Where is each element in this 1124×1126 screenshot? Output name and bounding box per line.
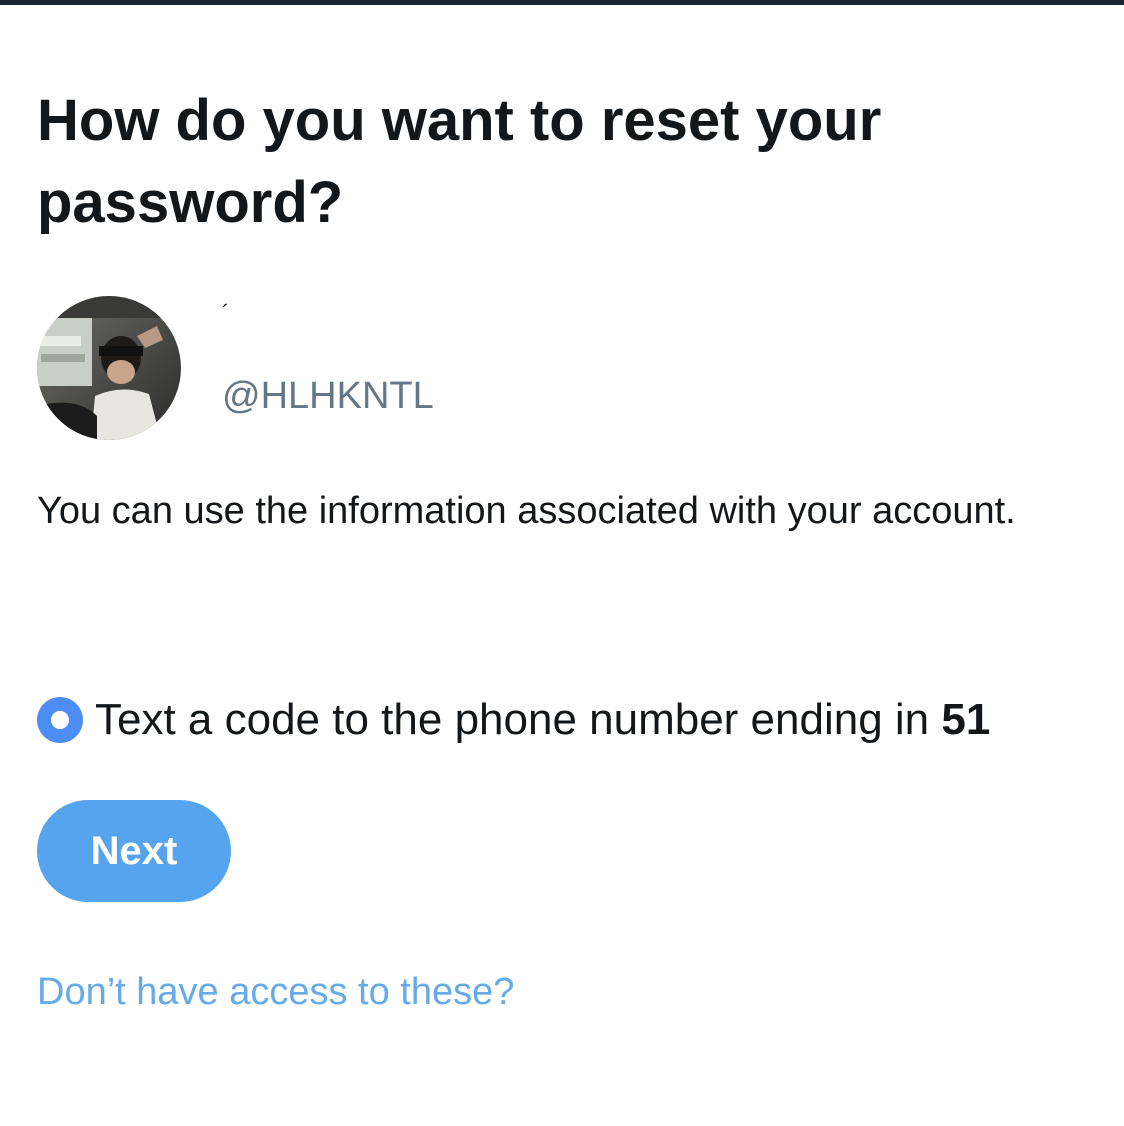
avatar xyxy=(37,296,181,440)
reset-option-label: Text a code to the phone number ending i… xyxy=(95,692,990,748)
reset-option-sms[interactable]: Text a code to the phone number ending i… xyxy=(37,690,1117,750)
radio-selected-icon[interactable] xyxy=(37,697,83,743)
phone-ending-digits: 51 xyxy=(941,695,991,744)
reset-password-page: How do you want to reset your password? … xyxy=(0,0,1124,1126)
info-text: You can use the information associated w… xyxy=(37,490,1016,532)
no-access-link[interactable]: Don’t have access to these? xyxy=(37,968,514,1016)
reset-option-label-text: Text a code to the phone number ending i… xyxy=(95,695,942,744)
next-button[interactable]: Next xyxy=(37,800,231,902)
radio-dot xyxy=(51,711,69,729)
page-title: How do you want to reset your password? xyxy=(37,88,882,235)
user-avatar-photo-icon xyxy=(37,296,181,440)
account-display-name: ´ xyxy=(222,300,230,325)
account-handle: @HLHKNTL xyxy=(222,375,434,417)
